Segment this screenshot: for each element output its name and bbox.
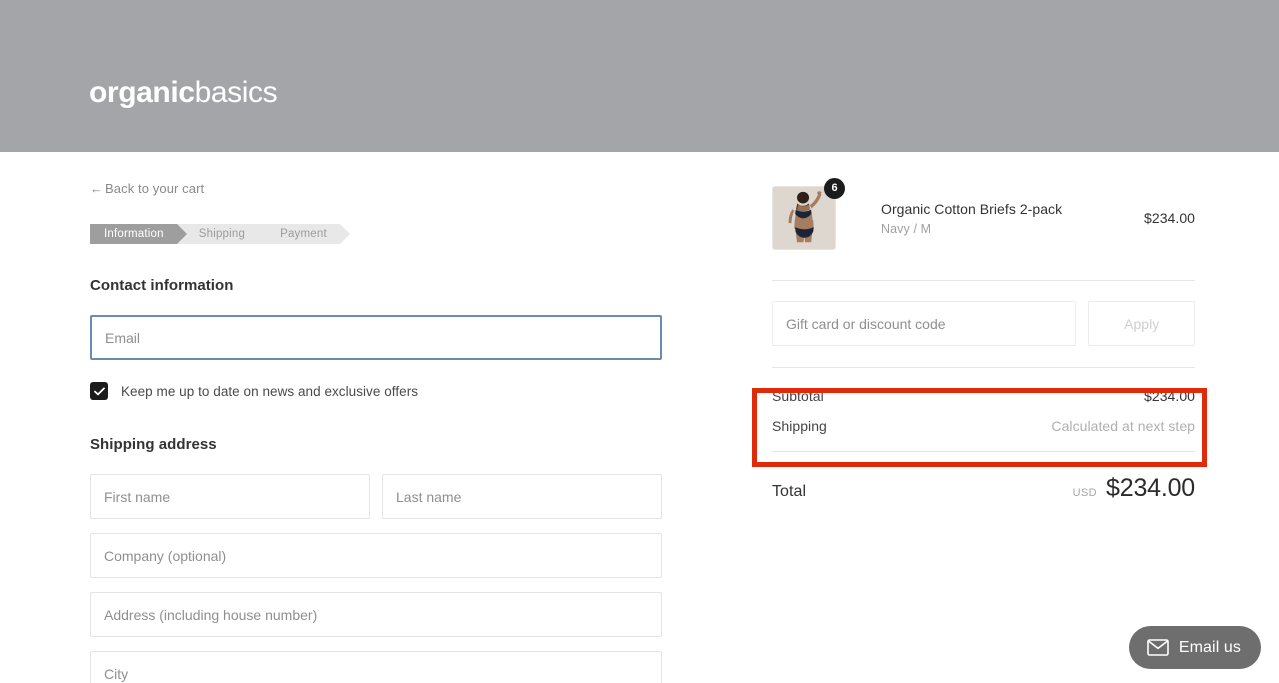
shipping-value: Calculated at next step — [1051, 418, 1195, 434]
apply-discount-button[interactable]: Apply — [1088, 301, 1195, 346]
breadcrumb-step-information[interactable]: Information — [90, 224, 187, 244]
checkout-page: ← Back to your cart Information Shipping … — [0, 152, 1279, 683]
newsletter-optin-label: Keep me up to date on news and exclusive… — [121, 383, 419, 399]
breadcrumb-step-information-label: Information — [104, 228, 164, 240]
product-quantity-badge: 6 — [824, 178, 845, 199]
breadcrumb-step-payment-label: Payment — [280, 228, 327, 240]
email-input[interactable] — [90, 315, 662, 360]
breadcrumb-step-shipping-label: Shipping — [198, 228, 246, 240]
product-variant: Navy / M — [881, 221, 932, 236]
address-input[interactable] — [90, 592, 662, 637]
shipping-row: Shipping Calculated at next step — [772, 418, 1195, 434]
name-field-row — [90, 474, 700, 519]
newsletter-optin-row[interactable]: Keep me up to date on news and exclusive… — [90, 382, 700, 400]
checkout-breadcrumb: Information Shipping Payment — [90, 224, 390, 244]
grand-total-row: Total USD $234.00 — [772, 474, 1195, 503]
company-input[interactable] — [90, 533, 662, 578]
discount-code-input[interactable] — [772, 301, 1077, 346]
brand-logo-secondary: basics — [194, 76, 278, 109]
back-to-cart-label: Back to your cart — [105, 181, 205, 196]
product-photo-illustration — [773, 187, 835, 249]
checkbox-checked-icon[interactable] — [90, 382, 108, 400]
subtotal-value: $234.00 — [1144, 388, 1195, 404]
product-thumbnail-wrap: 6 — [772, 178, 845, 250]
back-to-cart-link[interactable]: ← Back to your cart — [90, 181, 204, 197]
site-header: organicbasics — [0, 0, 1279, 152]
order-summary-column: 6 Organic Cotton Briefs 2-pack Navy / M … — [740, 152, 1279, 683]
left-arrow-icon: ← — [90, 181, 103, 196]
grand-total-amount-group: USD $234.00 — [1072, 474, 1196, 503]
product-info: Organic Cotton Briefs 2-pack Navy / M — [881, 201, 1144, 236]
grand-total-label: Total — [772, 483, 807, 500]
contact-information-heading: Contact information — [90, 277, 234, 294]
order-totals: Subtotal $234.00 Shipping Calculated at … — [772, 368, 1195, 503]
checkout-form-column: ← Back to your cart Information Shipping … — [0, 152, 700, 683]
breadcrumb-step-shipping[interactable]: Shipping — [176, 224, 269, 244]
order-line-item: 6 Organic Cotton Briefs 2-pack Navy / M … — [772, 178, 1195, 250]
subtotal-row: Subtotal $234.00 — [772, 388, 1195, 404]
city-input[interactable] — [90, 651, 662, 683]
shipping-address-heading: Shipping address — [90, 436, 217, 453]
last-name-input[interactable] — [382, 474, 662, 519]
email-us-label: Email us — [1178, 638, 1241, 656]
envelope-icon — [1147, 639, 1169, 656]
first-name-input[interactable] — [90, 474, 370, 519]
currency-code: USD — [1072, 487, 1098, 499]
product-price: $234.00 — [1144, 210, 1195, 226]
summary-divider-total — [772, 451, 1195, 452]
brand-logo-primary: organic — [89, 76, 195, 109]
discount-code-row: Apply — [772, 281, 1195, 367]
subtotal-label: Subtotal — [772, 388, 824, 404]
grand-total-amount: $234.00 — [1106, 474, 1195, 502]
product-name: Organic Cotton Briefs 2-pack — [881, 200, 1063, 217]
email-us-button[interactable]: Email us — [1128, 626, 1261, 669]
shipping-label: Shipping — [772, 418, 827, 434]
breadcrumb-step-payment[interactable]: Payment — [258, 224, 350, 244]
brand-logo[interactable]: organicbasics — [89, 74, 278, 112]
